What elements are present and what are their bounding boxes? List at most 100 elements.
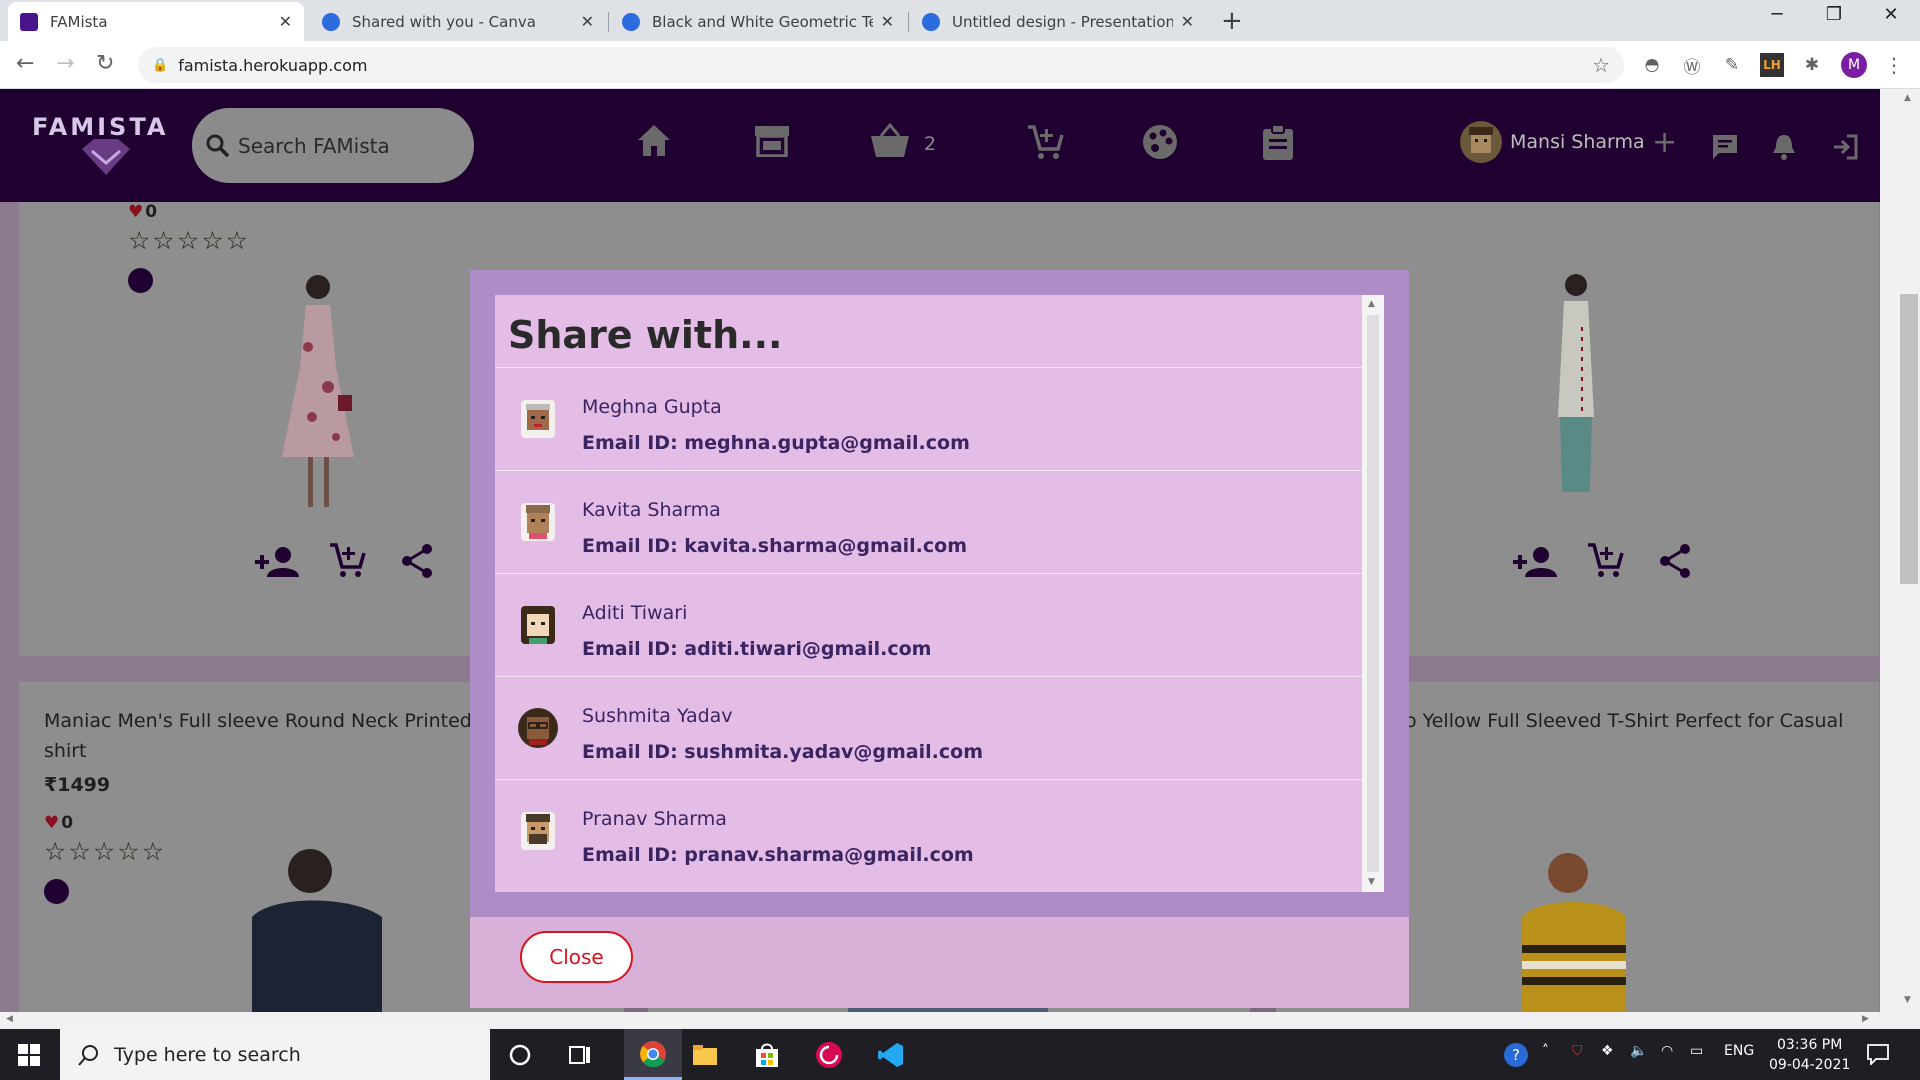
share-icon[interactable] xyxy=(400,543,434,579)
file-explorer-icon[interactable] xyxy=(691,1041,719,1069)
taskbar-search-input[interactable]: Type here to search xyxy=(60,1029,490,1080)
product-price: ₹1499 xyxy=(44,774,111,796)
add-to-cart-icon[interactable] xyxy=(328,541,366,579)
product-title[interactable]: o Yellow Full Sleeved T-Shirt Perfect fo… xyxy=(1405,706,1843,736)
mcafee-icon[interactable]: ⛉ xyxy=(1572,1043,1583,1059)
page-vertical-scrollbar[interactable]: ▲ ▼ xyxy=(1880,89,1920,1012)
share-icon[interactable] xyxy=(1658,543,1692,579)
lighthouse-extension-icon[interactable]: LH xyxy=(1760,53,1784,77)
show-hidden-icons-icon[interactable]: ˄ xyxy=(1542,1043,1549,1059)
microsoft-store-icon[interactable] xyxy=(753,1041,781,1069)
scroll-left-icon[interactable]: ◀ xyxy=(6,1014,13,1024)
chat-icon[interactable] xyxy=(1711,133,1739,159)
tab-canva-shared[interactable]: Shared with you - Canva ✕ xyxy=(310,2,606,41)
tab-famista[interactable]: FAMista ✕ xyxy=(8,2,304,41)
wordpress-extension-icon[interactable]: Ⓦ xyxy=(1680,53,1704,78)
back-icon[interactable]: ← xyxy=(16,51,34,76)
debian-app-icon[interactable] xyxy=(815,1041,843,1069)
close-button[interactable]: Close xyxy=(520,931,633,983)
add-friend-icon[interactable] xyxy=(255,545,301,579)
contact-email: Email ID: kavita.sharma@gmail.com xyxy=(582,535,967,557)
share-contact-item[interactable]: Pranav Sharma Email ID: pranav.sharma@gm… xyxy=(495,779,1362,881)
forward-icon[interactable]: → xyxy=(56,51,74,76)
logout-icon[interactable] xyxy=(1831,133,1859,161)
tab-title: Shared with you - Canva xyxy=(352,12,536,31)
share-contact-item[interactable]: Kavita Sharma Email ID: kavita.sharma@gm… xyxy=(495,470,1362,572)
shopping-basket-icon[interactable] xyxy=(869,123,911,159)
home-icon[interactable] xyxy=(636,123,672,157)
share-contact-item[interactable]: Aditi Tiwari Email ID: aditi.tiwari@gmai… xyxy=(495,573,1362,675)
tab-canva-geometric[interactable]: Black and White Geometric Techr ✕ xyxy=(610,2,906,41)
store-icon[interactable] xyxy=(753,123,791,157)
scrollbar-thumb[interactable] xyxy=(1900,294,1918,584)
profile-avatar[interactable]: M xyxy=(1841,52,1867,78)
add-to-cart-nav-icon[interactable] xyxy=(1026,123,1064,161)
scroll-down-icon[interactable]: ▼ xyxy=(1368,877,1375,887)
product-title-line2[interactable]: shirt xyxy=(44,736,86,766)
bell-icon[interactable] xyxy=(1771,133,1797,161)
contact-email: Email ID: aditi.tiwari@gmail.com xyxy=(582,638,932,660)
scroll-right-icon[interactable]: ▶ xyxy=(1862,1014,1869,1024)
extensions-puzzle-icon[interactable]: ✱ xyxy=(1800,53,1824,77)
close-tab-icon[interactable]: ✕ xyxy=(881,12,894,31)
product-title[interactable]: Maniac Men's Full sleeve Round Neck Prin… xyxy=(44,706,504,736)
help-icon[interactable]: ? xyxy=(1504,1043,1528,1067)
add-to-cart-icon[interactable] xyxy=(1586,541,1624,579)
rating-stars[interactable]: ☆☆☆☆☆ xyxy=(44,837,166,866)
restore-button[interactable]: ❐ xyxy=(1814,4,1854,25)
color-swatch[interactable] xyxy=(128,268,153,293)
task-view-icon[interactable] xyxy=(566,1041,594,1069)
men-sweater-model-image xyxy=(252,849,382,1012)
dropbox-icon[interactable]: ❖ xyxy=(1601,1043,1614,1059)
bookmark-star-icon[interactable]: ☆ xyxy=(1592,53,1610,77)
battery-icon[interactable]: ▭ xyxy=(1690,1043,1703,1059)
close-window-button[interactable]: ✕ xyxy=(1871,4,1911,25)
share-contact-item[interactable]: Meghna Gupta Email ID: meghna.gupta@gmai… xyxy=(495,367,1362,469)
new-tab-button[interactable]: + xyxy=(1221,6,1243,36)
page-horizontal-scrollbar[interactable]: ◀ ▶ xyxy=(0,1012,1920,1029)
windows-start-icon[interactable] xyxy=(18,1044,40,1066)
minimize-button[interactable]: ─ xyxy=(1757,4,1797,25)
incognito-extension-icon[interactable]: ◓ xyxy=(1640,53,1664,77)
close-tab-icon[interactable]: ✕ xyxy=(581,12,594,31)
color-swatch[interactable] xyxy=(44,879,69,904)
user-profile[interactable]: Mansi Sharma xyxy=(1460,121,1645,163)
scroll-down-icon[interactable]: ▼ xyxy=(1904,995,1911,1005)
color-picker-extension-icon[interactable]: ✎ xyxy=(1720,53,1744,77)
close-tab-icon[interactable]: ✕ xyxy=(279,12,292,31)
chrome-taskbar-button[interactable] xyxy=(624,1029,682,1080)
vscode-icon[interactable] xyxy=(877,1041,905,1069)
tab-divider xyxy=(908,12,909,32)
volume-icon[interactable]: 🔈 xyxy=(1630,1043,1647,1059)
share-list-scrollbar[interactable]: ▲ ▼ xyxy=(1362,295,1384,892)
scroll-up-icon[interactable]: ▲ xyxy=(1368,299,1375,309)
rating-stars[interactable]: ☆☆☆☆☆ xyxy=(128,226,250,255)
tab-canva-presentation[interactable]: Untitled design - Presentation (1 ✕ xyxy=(910,2,1206,41)
share-contact-item[interactable]: Sushmita Yadav Email ID: sushmita.yadav@… xyxy=(495,676,1362,778)
address-bar[interactable]: 🔒 famista.herokuapp.com ☆ xyxy=(138,47,1624,83)
scroll-up-icon[interactable]: ▲ xyxy=(1904,93,1911,103)
search-input[interactable]: Search FAMista xyxy=(192,108,474,183)
wifi-icon[interactable]: ◠ xyxy=(1661,1043,1673,1059)
lock-icon: 🔒 xyxy=(152,57,169,73)
browser-menu-icon[interactable]: ⋮ xyxy=(1882,53,1906,77)
scrollbar-thumb[interactable] xyxy=(1367,315,1379,872)
canva-favicon-icon xyxy=(622,12,640,31)
system-clock[interactable]: 03:36 PM 09-04-2021 xyxy=(1769,1035,1850,1075)
browser-tab-strip: FAMista ✕ Shared with you - Canva ✕ Blac… xyxy=(0,0,1920,41)
heart-icon[interactable]: ♥ xyxy=(128,202,143,222)
language-indicator[interactable]: ENG xyxy=(1724,1043,1754,1059)
notification-center-icon[interactable] xyxy=(1866,1043,1890,1065)
like-counter: ♥ 0 xyxy=(128,202,157,222)
handshake-logo-icon xyxy=(82,139,130,175)
url-text: famista.herokuapp.com xyxy=(178,55,368,75)
plus-icon[interactable]: + xyxy=(1652,125,1677,160)
palette-icon[interactable] xyxy=(1141,123,1179,161)
add-friend-icon[interactable] xyxy=(1513,545,1559,579)
close-tab-icon[interactable]: ✕ xyxy=(1181,12,1194,31)
heart-icon[interactable]: ♥ xyxy=(44,813,59,833)
clipboard-icon[interactable] xyxy=(1261,123,1295,161)
windows-taskbar: Type here to search ? ˄ ⛉ ❖ 🔈 ◠ ▭ ENG 03… xyxy=(0,1029,1920,1080)
cortana-icon[interactable] xyxy=(506,1041,534,1069)
reload-icon[interactable]: ↻ xyxy=(96,51,114,76)
